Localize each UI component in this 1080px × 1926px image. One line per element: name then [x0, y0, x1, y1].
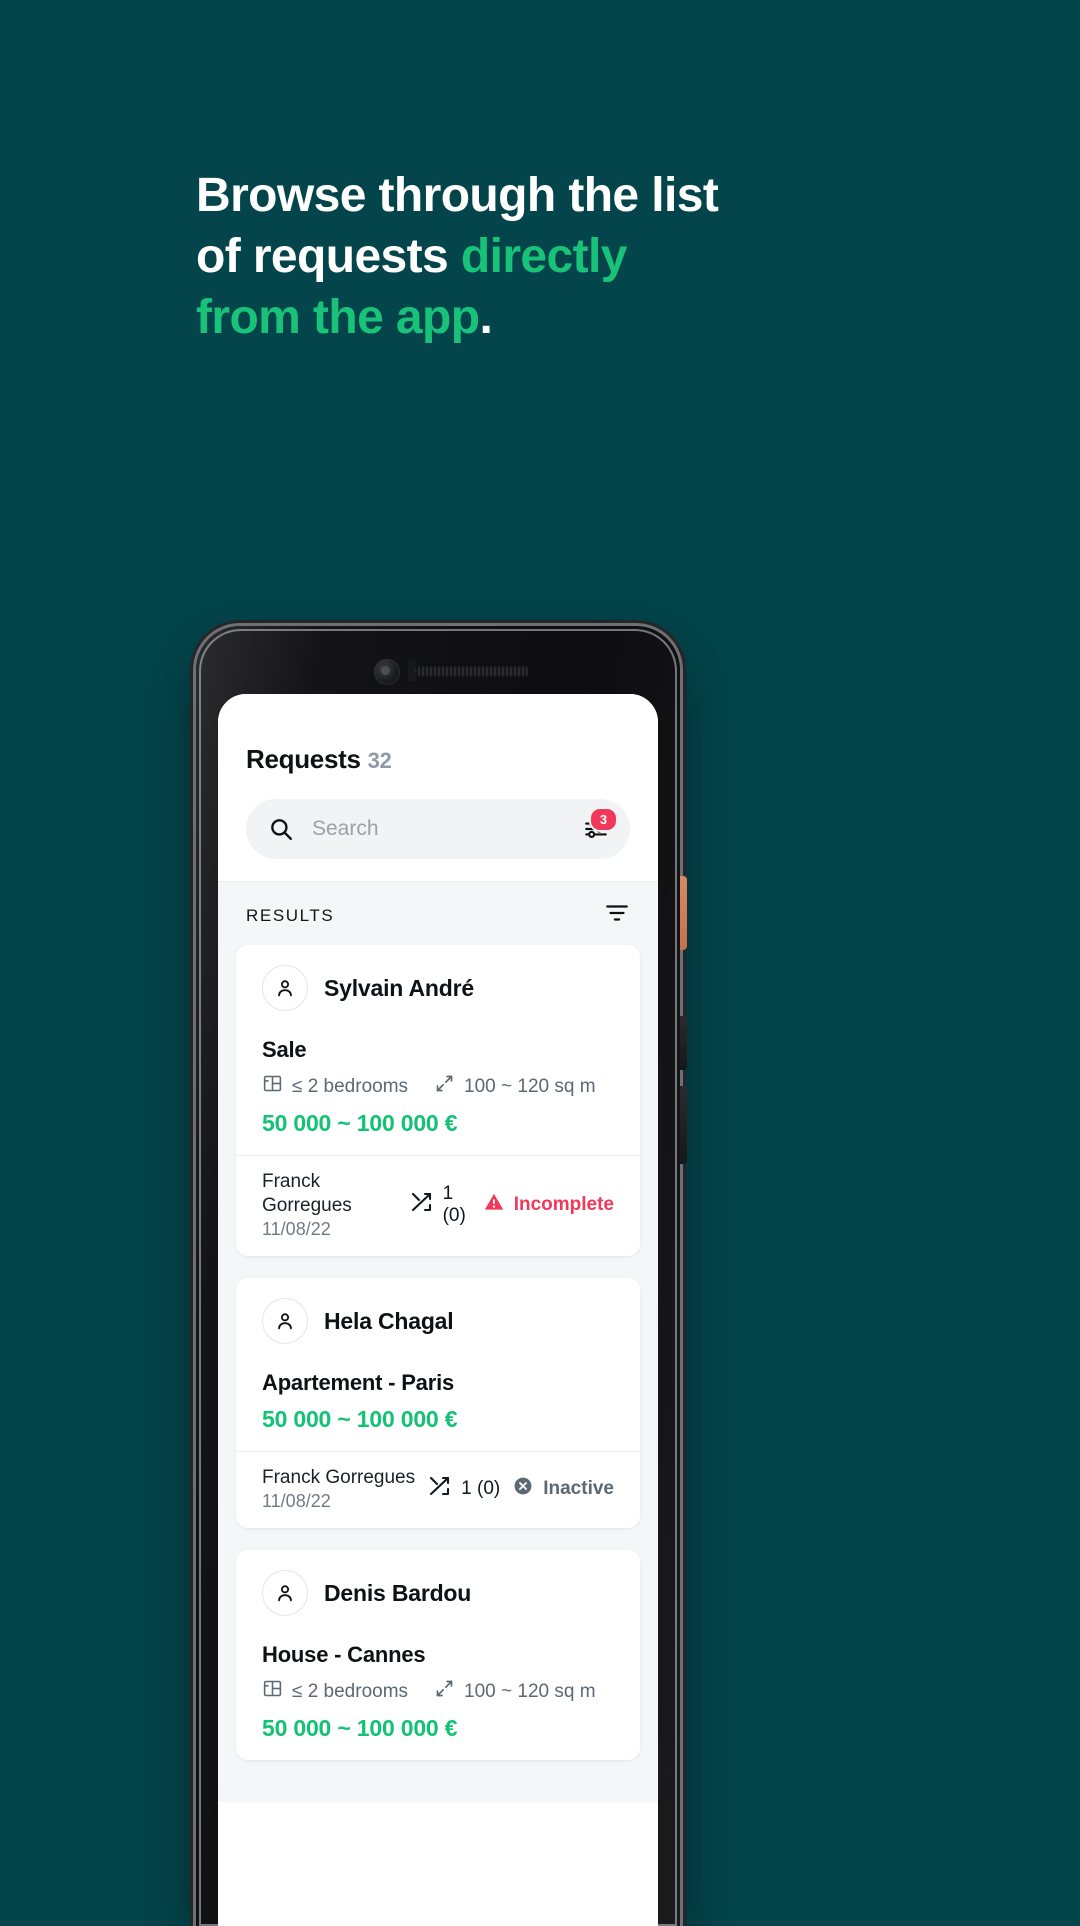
property-specs: ≤ 2 bedrooms 100 ~ 120 sq m — [262, 1678, 614, 1705]
request-card[interactable]: Hela Chagal Apartement - Paris 50 000 ~ … — [236, 1278, 640, 1529]
sort-icon[interactable] — [604, 900, 630, 931]
matches-count-text: 1 (0) — [442, 1183, 466, 1226]
contact-name: Denis Bardou — [324, 1579, 472, 1606]
request-contact: Denis Bardou — [262, 1570, 614, 1617]
matches-count[interactable]: 1 (0) — [427, 1474, 500, 1504]
matches-count-text: 1 (0) — [461, 1478, 501, 1500]
requests-list: Sylvain André Sale ≤ 2 bedrooms 100 ~ 12… — [218, 945, 658, 1803]
shuffle-icon — [427, 1474, 451, 1504]
status-text: Incomplete — [513, 1194, 614, 1215]
close-circle-icon — [512, 1475, 534, 1503]
spec-area: 100 ~ 120 sq m — [434, 1678, 596, 1705]
request-card-body: Denis Bardou House - Cannes ≤ 2 bedrooms… — [236, 1550, 640, 1760]
property-type: Sale — [262, 1037, 307, 1062]
volume-button[interactable] — [680, 876, 687, 950]
agent-info: Franck Gorregues 11/08/22 — [262, 1466, 415, 1512]
phone-screen: Requests 32 Search 3 RESULTS Sylvain And… — [218, 694, 658, 1926]
spec-area: 100 ~ 120 sq m — [434, 1073, 596, 1100]
avatar — [262, 1570, 308, 1617]
headline-line-1: Browse through the list — [196, 169, 719, 222]
request-card-footer: Franck Gorregues 11/08/22 1 (0) — [236, 1451, 640, 1528]
spec-bedrooms: ≤ 2 bedrooms — [262, 1073, 408, 1100]
agent-date: 11/08/22 — [262, 1218, 331, 1239]
property-type: House - Cannes — [262, 1642, 426, 1668]
page-headline: Browse through the list of requests dire… — [196, 165, 836, 348]
avatar — [262, 965, 308, 1011]
request-card[interactable]: Denis Bardou House - Cannes ≤ 2 bedrooms… — [236, 1550, 640, 1761]
property-specs: ≤ 2 bedrooms 100 ~ 120 sq m — [262, 1073, 614, 1100]
floorplan-icon — [262, 1073, 283, 1100]
floorplan-icon — [262, 1678, 283, 1705]
spec-area-text: 100 ~ 120 sq m — [464, 1680, 596, 1702]
secondary-side-button[interactable] — [680, 1086, 687, 1164]
request-card-body: Sylvain André Sale ≤ 2 bedrooms 100 ~ 12… — [236, 945, 640, 1155]
results-header: RESULTS — [218, 881, 658, 945]
filter-button[interactable]: 3 — [576, 807, 618, 849]
price-range: 50 000 ~ 100 000 € — [262, 1715, 458, 1742]
request-card-body: Hela Chagal Apartement - Paris 50 000 ~ … — [236, 1278, 640, 1451]
status-badge: Incomplete — [483, 1191, 614, 1219]
price-range: 50 000 ~ 100 000 € — [262, 1110, 458, 1136]
headline-line-2-plain: of requests — [196, 230, 461, 283]
agent-name: Franck Gorregues — [262, 1467, 416, 1488]
shuffle-icon — [409, 1190, 433, 1220]
spec-bedrooms-text: ≤ 2 bedrooms — [292, 1680, 409, 1702]
contact-name: Sylvain André — [324, 974, 474, 1001]
front-camera-icon — [374, 659, 400, 685]
spec-bedrooms: ≤ 2 bedrooms — [262, 1678, 408, 1705]
request-card-footer: Franck Gorregues 11/08/22 1 (0) — [236, 1155, 640, 1256]
headline-line-2-highlight: directly — [460, 230, 628, 283]
app-header: Requests 32 Search 3 — [218, 694, 658, 859]
agent-date: 11/08/22 — [262, 1490, 331, 1511]
matches-count[interactable]: 1 (0) — [409, 1183, 475, 1227]
search-input[interactable]: Search — [312, 817, 576, 841]
filter-badge: 3 — [589, 807, 618, 832]
request-contact: Sylvain André — [262, 965, 614, 1011]
page-title-text: Requests — [246, 744, 361, 774]
power-button[interactable] — [680, 1016, 687, 1070]
expand-icon — [434, 1678, 455, 1705]
avatar — [262, 1298, 308, 1344]
headline-period: . — [479, 291, 493, 344]
headline-line-3-highlight: from the app — [196, 291, 480, 344]
search-bar[interactable]: Search 3 — [246, 799, 630, 859]
request-contact: Hela Chagal — [262, 1298, 614, 1344]
status-text: Inactive — [543, 1478, 614, 1500]
status-badge: Inactive — [512, 1475, 614, 1503]
contact-name: Hela Chagal — [324, 1307, 454, 1334]
spec-area-text: 100 ~ 120 sq m — [464, 1075, 596, 1097]
warning-triangle-icon — [483, 1191, 505, 1219]
agent-name: Franck Gorregues — [262, 1171, 352, 1216]
agent-info: Franck Gorregues 11/08/22 — [262, 1170, 401, 1240]
price-range: 50 000 ~ 100 000 € — [262, 1406, 458, 1432]
phone-mockup: Requests 32 Search 3 RESULTS Sylvain And… — [196, 626, 687, 1926]
earpiece-speaker-icon — [414, 666, 530, 677]
search-icon — [268, 816, 294, 842]
page-title: Requests 32 — [246, 744, 630, 775]
results-label: RESULTS — [246, 905, 335, 925]
property-type: Apartement - Paris — [262, 1370, 455, 1395]
expand-icon — [434, 1073, 455, 1100]
request-card[interactable]: Sylvain André Sale ≤ 2 bedrooms 100 ~ 12… — [236, 945, 640, 1256]
spec-bedrooms-text: ≤ 2 bedrooms — [292, 1075, 409, 1097]
requests-count: 32 — [367, 748, 392, 773]
